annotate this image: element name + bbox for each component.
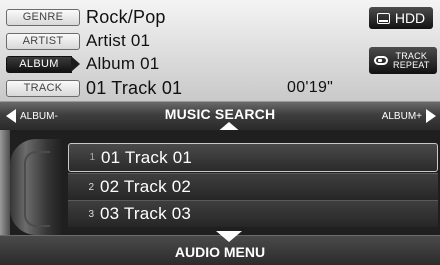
list-item[interactable]: 2 02 Track 02 — [68, 173, 438, 200]
hdd-icon — [376, 12, 390, 24]
track-name: 01 Track 01 — [101, 147, 193, 167]
artist-tag: ARTIST — [6, 32, 80, 50]
hdd-button[interactable]: HDD — [369, 7, 433, 29]
track-number: 1 — [89, 152, 95, 163]
repeat-icon — [374, 56, 388, 65]
album-row[interactable]: ALBUM Album 01 — [6, 53, 159, 75]
track-name: 02 Track 02 — [100, 177, 192, 196]
audio-menu-label[interactable]: AUDIO MENU — [140, 244, 300, 260]
track-repeat-line2: REPEAT — [393, 59, 430, 70]
list-side-bar — [0, 130, 10, 235]
album-next-label: ALBUM+ — [381, 110, 422, 122]
now-playing-panel: GENRE Rock/Pop ARTIST Artist 01 ALBUM Al… — [0, 0, 440, 101]
list-item[interactable]: 1 01 Track 01 — [68, 143, 438, 172]
artist-row[interactable]: ARTIST Artist 01 — [6, 30, 150, 52]
album-prev-button[interactable]: ALBUM- — [6, 107, 58, 125]
music-search-title[interactable]: MUSIC SEARCH — [150, 106, 290, 122]
track-name: 03 Track 03 — [100, 204, 192, 223]
track-row-info[interactable]: TRACK 01 Track 01 — [6, 77, 182, 99]
genre-row[interactable]: GENRE Rock/Pop — [6, 6, 166, 28]
elapsed-time: 00'19" — [287, 79, 334, 96]
audio-screen: GENRE Rock/Pop ARTIST Artist 01 ALBUM Al… — [0, 0, 440, 265]
track-repeat-label: TRACK REPEAT — [393, 51, 430, 70]
track-number: 2 — [88, 181, 94, 193]
album-tag: ALBUM — [6, 55, 80, 73]
album-next-button[interactable]: ALBUM+ — [382, 107, 436, 125]
track-value: 01 Track 01 — [86, 77, 183, 98]
list-item[interactable]: 3 03 Track 03 — [68, 200, 438, 227]
hdd-label: HDD — [394, 10, 426, 26]
artist-value: Artist 01 — [86, 31, 151, 50]
album-prev-label: ALBUM- — [20, 110, 58, 122]
scroll-down-icon[interactable] — [216, 231, 242, 242]
triangle-right-icon — [426, 109, 436, 123]
track-repeat-button[interactable]: TRACK REPEAT — [369, 47, 437, 74]
genre-value: Rock/Pop — [86, 6, 166, 27]
track-number: 3 — [88, 208, 94, 220]
genre-tag: GENRE — [6, 8, 80, 26]
triangle-left-icon — [6, 109, 16, 123]
disc-icon — [10, 139, 62, 235]
track-tag: TRACK — [6, 79, 80, 97]
album-value: Album 01 — [86, 54, 160, 73]
